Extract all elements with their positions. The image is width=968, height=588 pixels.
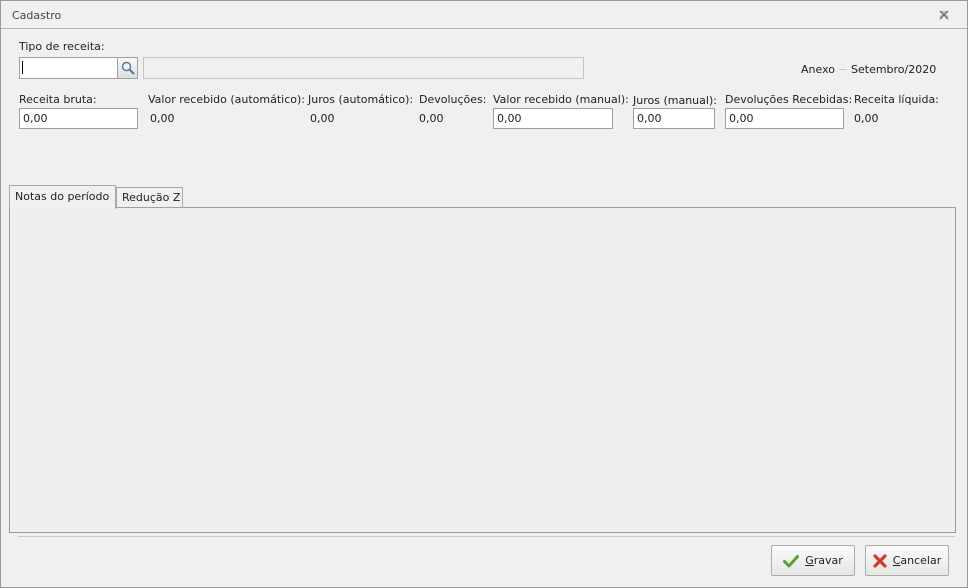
tipo-receita-description — [143, 57, 584, 79]
valor-manual-input[interactable] — [493, 108, 613, 129]
cadastro-window: Cadastro Tipo de receita: Anexo Setembro… — [0, 0, 968, 588]
juros-auto-label: Juros (automático): — [308, 93, 414, 106]
juros-manual-label: Juros (manual): — [633, 94, 717, 107]
panel-divider — [18, 536, 955, 537]
receita-liquida-value: 0,00 — [854, 112, 879, 125]
receita-bruta-input[interactable] — [19, 108, 138, 129]
search-icon — [121, 61, 135, 75]
periodo-label: Setembro/2020 — [851, 63, 937, 76]
tab-notas-do-periodo[interactable]: Notas do período — [9, 185, 116, 209]
devolucoes-value: 0,00 — [419, 112, 444, 125]
devolucoes-label: Devoluções: — [419, 93, 487, 106]
anexo-separator — [839, 69, 847, 70]
gravar-label: Gravar — [805, 554, 843, 567]
tab-content-panel — [9, 207, 956, 533]
check-icon — [783, 554, 800, 567]
close-button[interactable] — [937, 9, 951, 22]
cancelar-label: Cancelar — [892, 554, 942, 567]
text-caret — [22, 61, 23, 74]
valor-auto-value: 0,00 — [150, 112, 175, 125]
tab-reducao-z[interactable]: Redução Z — [116, 187, 183, 208]
valor-auto-label: Valor recebido (automático): — [148, 93, 305, 106]
window-title: Cadastro — [12, 9, 62, 22]
receita-bruta-label: Receita bruta: — [19, 93, 97, 106]
devolucoes-recebidas-input[interactable] — [725, 108, 844, 129]
juros-auto-value: 0,00 — [310, 112, 335, 125]
title-bar: Cadastro — [1, 1, 967, 29]
tipo-receita-input[interactable] — [19, 57, 118, 79]
valor-manual-label: Valor recebido (manual): — [493, 93, 629, 106]
cancelar-button[interactable]: Cancelar — [865, 545, 949, 576]
receita-liquida-label: Receita líquida: — [854, 93, 939, 106]
cancel-icon — [873, 553, 887, 568]
tipo-receita-label: Tipo de receita: — [19, 40, 105, 53]
devolucoes-recebidas-label: Devoluções Recebidas: — [725, 93, 853, 106]
juros-manual-input[interactable] — [633, 108, 715, 129]
anexo-label: Anexo — [801, 63, 835, 76]
search-button[interactable] — [117, 57, 138, 79]
gravar-button[interactable]: Gravar — [771, 545, 855, 576]
close-icon — [939, 10, 949, 20]
